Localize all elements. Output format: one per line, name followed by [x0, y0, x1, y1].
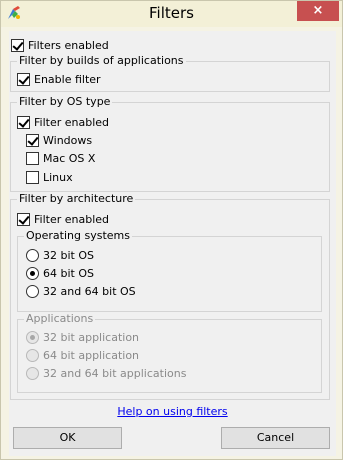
architecture-group: Filter by architecture Filter enabled Op… — [10, 192, 330, 400]
cancel-button[interactable]: Cancel — [221, 427, 330, 449]
radio-32-64-bit-os-label: 32 and 64 bit OS — [43, 284, 136, 298]
checkbox-box[interactable] — [17, 115, 30, 129]
windows-checkbox[interactable]: Windows — [26, 132, 92, 148]
radio-circle[interactable] — [26, 284, 39, 298]
ok-button[interactable]: OK — [13, 427, 122, 449]
os-type-group-title: Filter by OS type — [17, 95, 113, 108]
radio-circle[interactable] — [26, 248, 39, 262]
arch-filter-enabled-checkbox[interactable]: Filter enabled — [17, 211, 109, 227]
radio-64-bit-os-label: 64 bit OS — [43, 266, 94, 280]
windows-label: Windows — [43, 133, 93, 147]
filters-enabled-label: Filters enabled — [28, 38, 109, 52]
radio-64-bit-os[interactable]: 64 bit OS — [26, 265, 94, 281]
os-filter-enabled-label: Filter enabled — [34, 115, 110, 129]
radio-circle — [26, 330, 39, 344]
os-filter-enabled-checkbox[interactable]: Filter enabled — [17, 114, 109, 130]
radio-32-bit-os-label: 32 bit OS — [43, 248, 94, 262]
linux-label: Linux — [43, 170, 73, 184]
checkbox-box[interactable] — [26, 133, 39, 147]
radio-64-bit-application: 64 bit application — [26, 347, 139, 363]
radio-circle[interactable] — [26, 266, 39, 280]
filters-enabled-checkbox[interactable]: Filters enabled — [11, 37, 109, 53]
builds-group: Filter by builds of applications Enable … — [10, 54, 330, 92]
radio-64-bit-application-label: 64 bit application — [43, 348, 140, 362]
arch-filter-enabled-label: Filter enabled — [34, 212, 110, 226]
help-link[interactable]: Help on using filters — [9, 405, 336, 418]
radio-32-bit-application-label: 32 bit application — [43, 330, 140, 344]
radio-32-64-bit-applications: 32 and 64 bit applications — [26, 365, 186, 381]
operating-systems-title: Operating systems — [24, 229, 132, 242]
checkbox-box[interactable] — [17, 212, 30, 226]
applications-group: Applications 32 bit application 64 bit a… — [17, 312, 322, 393]
checkbox-box[interactable] — [11, 38, 24, 52]
checkbox-box[interactable] — [26, 151, 39, 165]
radio-circle — [26, 348, 39, 362]
enable-filter-label: Enable filter — [34, 72, 101, 86]
architecture-group-title: Filter by architecture — [17, 192, 136, 205]
applications-title: Applications — [24, 312, 96, 325]
enable-filter-checkbox[interactable]: Enable filter — [17, 71, 101, 87]
mac-os-x-label: Mac OS X — [43, 151, 96, 165]
radio-32-64-bit-applications-label: 32 and 64 bit applications — [43, 366, 187, 380]
radio-32-bit-os[interactable]: 32 bit OS — [26, 247, 94, 263]
radio-32-64-bit-os[interactable]: 32 and 64 bit OS — [26, 283, 136, 299]
os-type-group: Filter by OS type Filter enabled Windows… — [10, 95, 330, 192]
dialog-content: Filters enabled Filter by builds of appl… — [9, 31, 336, 456]
operating-systems-group: Operating systems 32 bit OS 64 bit OS 32… — [17, 229, 322, 312]
checkbox-box[interactable] — [26, 170, 39, 184]
radio-32-bit-application: 32 bit application — [26, 329, 139, 345]
radio-circle — [26, 366, 39, 380]
close-button[interactable]: × — [297, 1, 339, 21]
window-title: Filters — [149, 4, 194, 22]
builds-group-title: Filter by builds of applications — [17, 54, 186, 67]
title-bar: Filters × — [1, 1, 342, 27]
mac-os-x-checkbox[interactable]: Mac OS X — [26, 150, 95, 166]
filters-dialog: Filters × Filters enabled Filter by buil… — [0, 0, 343, 460]
checkbox-box[interactable] — [17, 72, 30, 86]
linux-checkbox[interactable]: Linux — [26, 169, 73, 185]
